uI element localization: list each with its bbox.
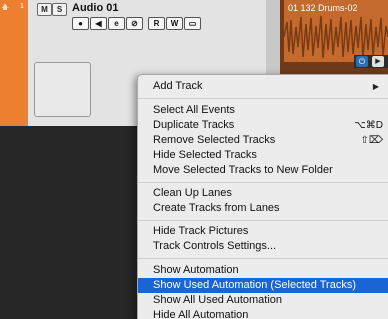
menu-item-hide-track-pictures[interactable]: Hide Track Pictures (138, 224, 388, 239)
track-name[interactable]: Audio 01 (72, 2, 118, 14)
menu-item-create-tracks-from-lanes[interactable]: Create Tracks from Lanes (138, 201, 388, 216)
monitor-button[interactable]: ◀ (90, 17, 107, 30)
audio-event[interactable]: 01 132 Drums-02 (284, 0, 388, 62)
menu-item-show-automation[interactable]: Show Automation (138, 263, 388, 278)
write-automation-button[interactable]: W (166, 17, 183, 30)
context-menu: Add Track ▶ Select All Events Duplicate … (137, 74, 388, 319)
record-enable-button[interactable]: ● (72, 17, 89, 30)
menu-item-hide-selected-tracks[interactable]: Hide Selected Tracks (138, 148, 388, 163)
mute-button[interactable]: M (37, 3, 52, 16)
read-automation-button[interactable]: R (148, 17, 165, 30)
track-color-strip[interactable]: ·ıllı· 1 (0, 0, 28, 126)
track-number: 1 (20, 3, 24, 10)
menu-item-clean-up-lanes[interactable]: Clean Up Lanes (138, 186, 388, 201)
cubase-project-window: ·ıllı· 1 M S Audio 01 ● ◀ e ⊘ R W ▭ 01 1… (0, 0, 388, 319)
menu-item-show-all-used-automation[interactable]: Show All Used Automation (138, 293, 388, 308)
edit-channel-button[interactable]: e (108, 17, 125, 30)
power-icon[interactable]: ⏻ (356, 56, 368, 67)
menu-separator (138, 220, 388, 221)
menu-separator (138, 258, 388, 259)
menu-item-add-track[interactable]: Add Track ▶ (138, 79, 388, 94)
lock-button[interactable]: ⊘ (126, 17, 143, 30)
shortcut-label: ⌥⌘D (354, 120, 383, 131)
menu-item-track-controls-settings[interactable]: Track Controls Settings... (138, 239, 388, 254)
menu-separator (138, 98, 388, 99)
menu-item-remove-selected-tracks[interactable]: Remove Selected Tracks ⇧⌦ (138, 133, 388, 148)
shortcut-label: ⇧⌦ (360, 135, 383, 146)
menu-separator (138, 182, 388, 183)
solo-button[interactable]: S (52, 3, 67, 16)
menu-item-duplicate-tracks[interactable]: Duplicate Tracks ⌥⌘D (138, 118, 388, 133)
audio-wave-icon: ·ıllı· (1, 3, 9, 12)
lanes-button[interactable]: ▭ (184, 17, 201, 30)
submenu-arrow-icon: ▶ (372, 82, 379, 91)
menu-item-show-used-automation-selected[interactable]: Show Used Automation (Selected Tracks) (138, 278, 388, 293)
menu-item-move-to-new-folder[interactable]: Move Selected Tracks to New Folder (138, 163, 388, 178)
menu-item-select-all-events[interactable]: Select All Events (138, 103, 388, 118)
track-picture[interactable] (34, 62, 91, 117)
play-icon[interactable]: ▶ (372, 56, 384, 67)
menu-item-hide-all-automation[interactable]: Hide All Automation (138, 308, 388, 319)
